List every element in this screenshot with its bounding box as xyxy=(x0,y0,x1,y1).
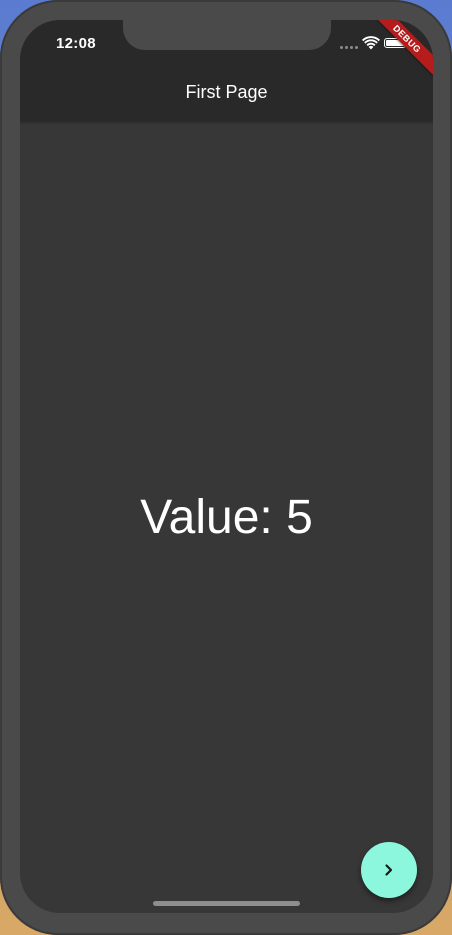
signal-icon xyxy=(340,46,358,50)
next-page-button[interactable] xyxy=(361,842,417,898)
value-display: Value: 5 xyxy=(140,491,313,544)
phone-frame: 12:08 DEBUG First Page Value: 5 xyxy=(0,0,452,935)
app-screen: 12:08 DEBUG First Page Value: 5 xyxy=(20,20,433,913)
wifi-icon xyxy=(362,36,380,50)
app-bar: 12:08 DEBUG First Page xyxy=(20,20,433,121)
home-indicator[interactable] xyxy=(153,901,300,906)
chevron-right-icon xyxy=(385,864,393,876)
page-title: First Page xyxy=(185,82,268,102)
device-notch xyxy=(123,20,331,50)
status-time: 12:08 xyxy=(56,35,96,52)
